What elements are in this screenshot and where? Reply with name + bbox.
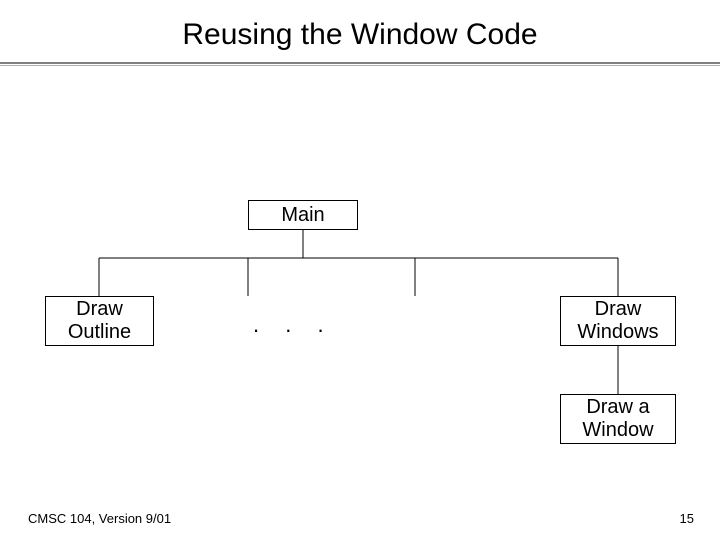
node-draw-outline-label: Draw Outline xyxy=(68,298,131,344)
node-ellipsis: . . . xyxy=(253,312,334,338)
node-draw-windows-label: Draw Windows xyxy=(577,298,658,344)
footer-left: CMSC 104, Version 9/01 xyxy=(28,511,171,526)
node-draw-a-window: Draw a Window xyxy=(560,394,676,444)
node-draw-windows: Draw Windows xyxy=(560,296,676,346)
node-draw-outline: Draw Outline xyxy=(45,296,154,346)
node-main-label: Main xyxy=(281,204,324,227)
title-divider xyxy=(0,62,720,66)
page-number: 15 xyxy=(680,511,694,526)
node-draw-a-window-label: Draw a Window xyxy=(582,396,653,442)
diagram-connectors xyxy=(0,0,720,540)
slide-title: Reusing the Window Code xyxy=(0,18,720,52)
node-main: Main xyxy=(248,200,358,230)
